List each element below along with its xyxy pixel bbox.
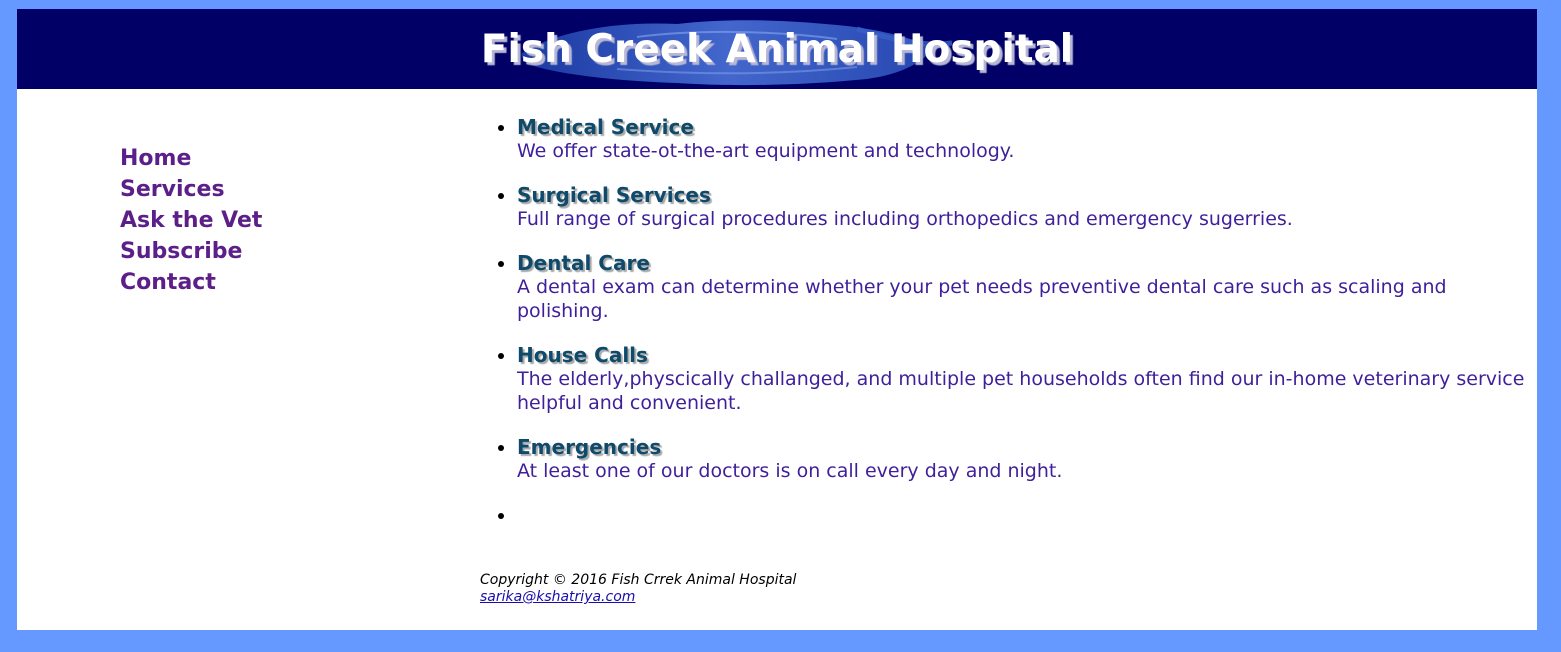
- service-heading: House Calls: [517, 343, 648, 367]
- nav-link-services[interactable]: Services: [120, 177, 225, 202]
- nav-link-home[interactable]: Home: [120, 146, 191, 171]
- service-item-medical: Medical Service We offer state-ot-the-ar…: [517, 115, 1525, 163]
- main-content: Medical Service We offer state-ot-the-ar…: [495, 115, 1525, 547]
- service-item-emergencies: Emergencies At least one of our doctors …: [517, 435, 1525, 483]
- nav-item-subscribe: Subscribe: [120, 236, 262, 267]
- nav-item-ask-the-vet: Ask the Vet: [120, 205, 262, 236]
- service-description: A dental exam can determine whether your…: [517, 276, 1447, 322]
- service-description: We offer state-ot-the-art equipment and …: [517, 140, 1015, 162]
- nav-item-contact: Contact: [120, 267, 262, 298]
- service-heading: Surgical Services: [517, 183, 711, 207]
- site-title: Fish Creek Animal Hospital: [480, 27, 1074, 72]
- service-description: The elderly,physcically challanged, and …: [517, 368, 1525, 414]
- empty-list-item: [517, 503, 1525, 527]
- service-description: At least one of our doctors is on call e…: [517, 460, 1063, 482]
- nav-link-subscribe[interactable]: Subscribe: [120, 239, 242, 264]
- service-heading: Dental Care: [517, 251, 650, 275]
- service-item-dental: Dental Care A dental exam can determine …: [517, 251, 1525, 323]
- email-link[interactable]: sarika@kshatriya.com: [480, 589, 635, 605]
- page-footer: Copyright © 2016 Fish Crrek Animal Hospi…: [480, 572, 796, 606]
- nav-item-home: Home: [120, 143, 262, 174]
- nav-item-services: Services: [120, 174, 262, 205]
- copyright-text: Copyright © 2016 Fish Crrek Animal Hospi…: [480, 572, 797, 588]
- nav-link-ask-the-vet[interactable]: Ask the Vet: [120, 208, 262, 233]
- service-item-surgical: Surgical Services Full range of surgical…: [517, 183, 1525, 231]
- service-description: Full range of surgical procedures includ…: [517, 208, 1293, 230]
- main-nav: Home Services Ask the Vet Subscribe Cont…: [120, 143, 262, 298]
- service-heading: Medical Service: [517, 115, 694, 139]
- service-item-house-calls: House Calls The elderly,physcically chal…: [517, 343, 1525, 415]
- service-list: Medical Service We offer state-ot-the-ar…: [495, 115, 1525, 527]
- page-wrapper: Fish Creek Animal Hospital Home Services…: [17, 9, 1537, 630]
- nav-link-contact[interactable]: Contact: [120, 270, 216, 295]
- service-heading: Emergencies: [517, 435, 662, 459]
- header-banner: Fish Creek Animal Hospital: [17, 9, 1537, 89]
